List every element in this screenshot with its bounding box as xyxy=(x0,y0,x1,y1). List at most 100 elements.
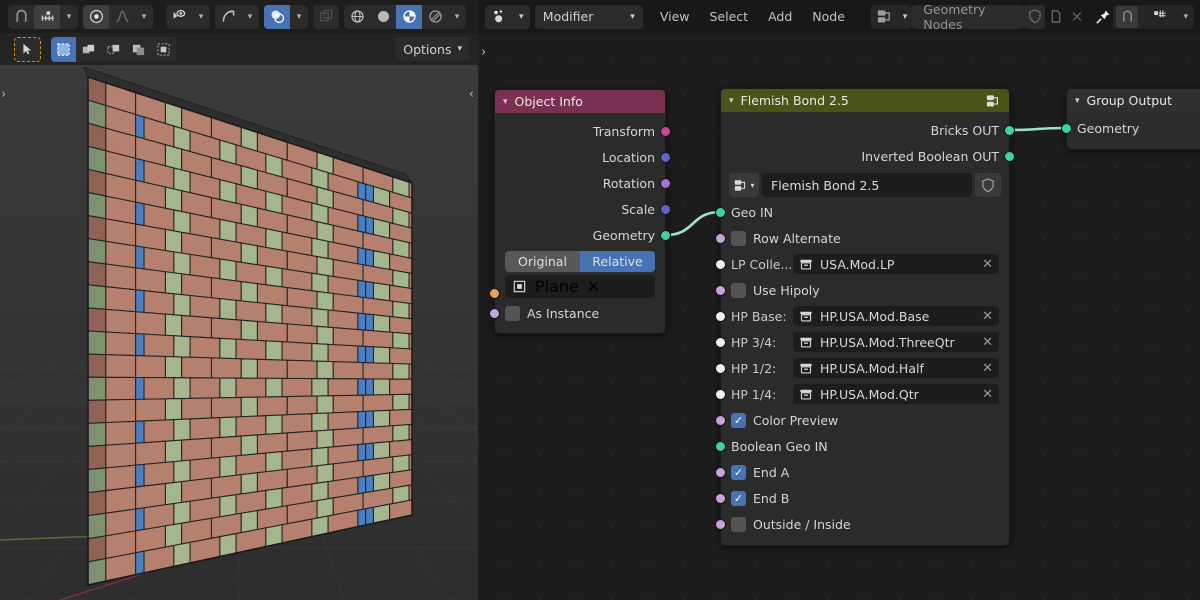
unlink-x-icon[interactable]: ✕ xyxy=(1066,5,1087,29)
socket-as-instance[interactable] xyxy=(489,307,500,319)
snap-magnet-icon[interactable] xyxy=(1116,5,1139,28)
node-flemish-bond[interactable]: ▾ Flemish Bond 2.5 Bricks OUT Inverted B… xyxy=(715,88,1015,546)
lp-collection-clear-icon[interactable]: ✕ xyxy=(978,257,993,272)
snap-dropdown-chevron[interactable]: ▾ xyxy=(60,5,78,29)
socket-scale[interactable] xyxy=(660,203,671,215)
gizmo-dropdown-chevron[interactable]: ▾ xyxy=(241,5,259,29)
node-left-expand-arrow[interactable]: › xyxy=(481,45,486,60)
menu-node[interactable]: Node xyxy=(802,6,855,28)
outside-inside-checkbox[interactable] xyxy=(731,516,746,532)
menu-select[interactable]: Select xyxy=(700,6,759,28)
lp-collection-field[interactable]: USA.Mod.LP ✕ xyxy=(793,254,999,274)
socket-location[interactable] xyxy=(660,151,671,163)
socket-outside-inside[interactable] xyxy=(715,518,726,530)
shading-wireframe-icon[interactable] xyxy=(344,5,370,29)
socket-row-alternate[interactable] xyxy=(715,232,726,244)
snap-grid-icon[interactable] xyxy=(1148,6,1170,28)
socket-color-preview[interactable] xyxy=(715,414,726,426)
node-group-browse-button[interactable]: ▾ xyxy=(729,173,759,197)
select-subtract-mode[interactable] xyxy=(101,37,126,62)
socket-use-hipoly[interactable] xyxy=(715,284,726,296)
collapse-chevron-icon[interactable]: ▾ xyxy=(1075,96,1080,106)
select-box-mode[interactable] xyxy=(51,36,76,62)
snap-increment-icon[interactable] xyxy=(34,4,60,29)
menu-add[interactable]: Add xyxy=(758,6,802,28)
node-object-info-header[interactable]: ▾ Object Info xyxy=(495,90,665,113)
socket-object-input[interactable] xyxy=(489,288,500,299)
row-alternate-checkbox[interactable] xyxy=(731,230,746,246)
overlays-icon[interactable] xyxy=(264,4,290,29)
hp-half-clear-icon[interactable]: ✕ xyxy=(978,361,993,376)
socket-lp-collection[interactable] xyxy=(715,258,726,270)
node-object-info[interactable]: ▾ Object Info Transform Location Rotatio… xyxy=(489,89,671,334)
socket-rotation[interactable] xyxy=(660,177,671,189)
socket-hp-three-quarter[interactable] xyxy=(715,336,726,348)
new-copy-icon[interactable] xyxy=(1045,5,1066,29)
shading-material-icon[interactable] xyxy=(396,4,422,29)
hp-quarter-clear-icon[interactable]: ✕ xyxy=(978,387,993,402)
shading-dropdown-chevron[interactable]: ▾ xyxy=(448,5,466,29)
overlays-dropdown-chevron[interactable]: ▾ xyxy=(290,5,308,29)
viewport-right-expand-arrow[interactable]: ‹ xyxy=(469,87,474,102)
visibility-dropdown-chevron[interactable]: ▾ xyxy=(192,5,210,29)
socket-inverted-boolean-out[interactable] xyxy=(1004,150,1015,162)
tweak-cursor-button[interactable] xyxy=(14,36,41,62)
end-a-checkbox[interactable] xyxy=(731,464,746,480)
hp-base-field[interactable]: HP.USA.Mod.Base ✕ xyxy=(793,306,999,326)
object-field[interactable]: Plane ✕ xyxy=(505,275,655,298)
shading-rendered-icon[interactable] xyxy=(422,5,448,29)
node-group-name-field[interactable]: Flemish Bond 2.5 xyxy=(762,173,972,197)
transform-space-original[interactable]: Original xyxy=(505,251,580,272)
fake-user-shield-icon[interactable] xyxy=(1024,4,1046,29)
menu-view[interactable]: View xyxy=(650,6,700,28)
modifier-mode-dropdown[interactable]: Modifier ▾ xyxy=(534,4,643,29)
socket-hp-half[interactable] xyxy=(715,362,726,374)
viewport-options-button[interactable]: Options ▾ xyxy=(395,37,470,61)
proportional-edit-icon[interactable] xyxy=(83,4,109,29)
as-instance-checkbox[interactable] xyxy=(505,305,520,321)
hp-half-field[interactable]: HP.USA.Mod.Half ✕ xyxy=(793,358,999,378)
hp-quarter-field[interactable]: HP.USA.Mod.Qtr ✕ xyxy=(793,384,999,404)
gizmo-icon[interactable] xyxy=(215,5,241,29)
socket-end-b[interactable] xyxy=(715,492,726,504)
node-group-datablock-selector[interactable]: ▾ xyxy=(870,4,913,29)
pin-icon[interactable] xyxy=(1092,5,1113,29)
transform-space-relative[interactable]: Relative xyxy=(580,251,655,272)
socket-bricks-out[interactable] xyxy=(1004,124,1015,136)
socket-group-geometry[interactable] xyxy=(1061,122,1072,134)
socket-transform[interactable] xyxy=(660,125,671,137)
3d-scene[interactable]: › ‹ xyxy=(0,65,478,600)
datablock-name-field[interactable]: Geometry Nodes xyxy=(912,2,1025,32)
fake-user-shield-icon[interactable] xyxy=(975,173,1001,197)
select-invert-mode[interactable] xyxy=(126,37,151,62)
hp-base-clear-icon[interactable]: ✕ xyxy=(978,309,993,324)
xray-toggle-icon[interactable] xyxy=(313,5,339,29)
node-flemish-bond-header[interactable]: ▾ Flemish Bond 2.5 xyxy=(721,89,1009,112)
end-b-checkbox[interactable] xyxy=(731,490,746,506)
chevron-down-icon[interactable]: ▾ xyxy=(1180,12,1191,22)
socket-geometry-out[interactable] xyxy=(660,229,671,241)
editor-type-selector[interactable]: ▾ xyxy=(485,4,530,29)
socket-hp-quarter[interactable] xyxy=(715,388,726,400)
collapse-chevron-icon[interactable]: ▾ xyxy=(729,96,734,106)
proportional-falloff-icon[interactable] xyxy=(109,5,135,29)
socket-geo-in[interactable] xyxy=(715,206,726,218)
snap-magnet-icon[interactable] xyxy=(8,5,34,29)
visibility-eye-icon[interactable] xyxy=(166,5,192,29)
hp-three-quarter-field[interactable]: HP.USA.Mod.ThreeQtr ✕ xyxy=(793,332,999,352)
color-preview-checkbox[interactable] xyxy=(731,412,746,428)
select-extend-mode[interactable] xyxy=(76,37,101,62)
select-intersect-mode[interactable] xyxy=(151,37,176,62)
socket-boolean-geo-in[interactable] xyxy=(715,440,726,452)
node-group-output[interactable]: ▾ Group Output Geometry xyxy=(1061,88,1200,150)
viewport-left-expand-arrow[interactable]: › xyxy=(1,87,6,102)
object-field-clear-icon[interactable]: ✕ xyxy=(587,277,600,296)
socket-hp-base[interactable] xyxy=(715,310,726,322)
node-group-output-header[interactable]: ▾ Group Output xyxy=(1067,89,1200,112)
hp-three-quarter-clear-icon[interactable]: ✕ xyxy=(978,335,993,350)
shading-solid-icon[interactable] xyxy=(370,5,396,29)
node-canvas[interactable]: ▾ Object Info Transform Location Rotatio… xyxy=(478,33,1200,600)
collapse-chevron-icon[interactable]: ▾ xyxy=(503,97,508,107)
use-hipoly-checkbox[interactable] xyxy=(731,282,746,298)
falloff-dropdown-chevron[interactable]: ▾ xyxy=(135,5,153,29)
